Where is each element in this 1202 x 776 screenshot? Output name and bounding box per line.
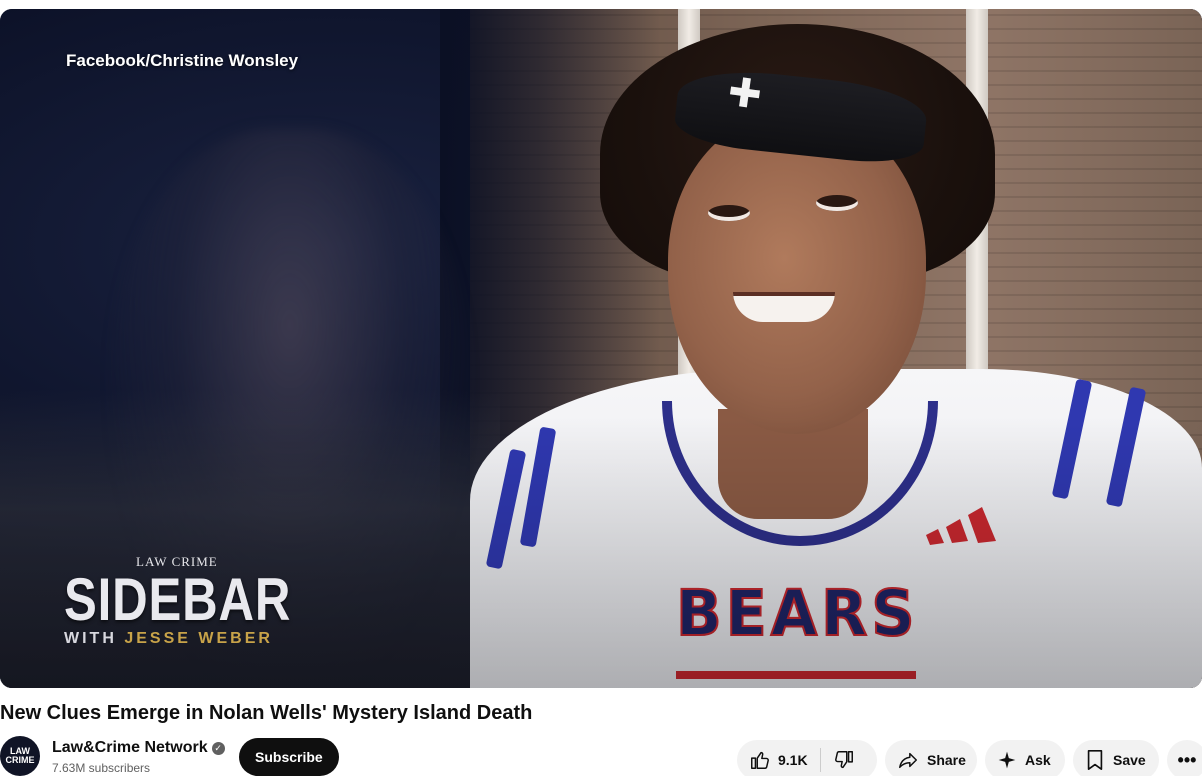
face xyxy=(668,114,926,434)
youtube-watch-page: ✚ BEARS Facebook/Christine Wonsley LAW C… xyxy=(0,0,1202,776)
eye xyxy=(708,205,750,221)
eye xyxy=(816,195,858,211)
smile xyxy=(733,292,835,322)
more-actions-icon[interactable]: ••• xyxy=(1167,740,1202,776)
subscribe-button[interactable]: Subscribe xyxy=(239,738,339,776)
ask-button[interactable]: Ask xyxy=(985,740,1065,776)
like-divider xyxy=(819,748,821,772)
like-count: 9.1K xyxy=(778,752,808,768)
show-logo: LAW CRIME SIDEBAR WITH JESSE WEBER xyxy=(64,554,294,648)
share-icon xyxy=(899,752,917,769)
channel-name[interactable]: Law&Crime Network xyxy=(52,739,208,756)
thumbs-up-icon xyxy=(751,751,769,769)
jersey-lettering: BEARS xyxy=(675,576,919,652)
video-title: New Clues Emerge in Nolan Wells' Mystery… xyxy=(0,702,533,724)
share-button[interactable]: Share xyxy=(885,740,977,776)
channel-name-link[interactable]: Law&Crime Network ✓ xyxy=(52,739,225,757)
video-player[interactable]: ✚ BEARS Facebook/Christine Wonsley LAW C… xyxy=(0,9,1202,688)
like-dislike-group: 9.1K xyxy=(737,740,877,776)
ask-label: Ask xyxy=(1025,752,1051,768)
show-logo-title: SIDEBAR xyxy=(64,566,292,633)
share-label: Share xyxy=(927,752,966,768)
sparkle-icon xyxy=(998,751,1016,769)
thumbs-down-icon[interactable] xyxy=(833,749,855,771)
like-button[interactable]: 9.1K xyxy=(737,740,808,776)
save-label: Save xyxy=(1113,752,1146,768)
save-button[interactable]: Save xyxy=(1073,740,1159,776)
photo-credit: Facebook/Christine Wonsley xyxy=(66,51,299,70)
channel-avatar[interactable]: LAW CRIME xyxy=(0,736,40,776)
verified-icon: ✓ xyxy=(211,742,225,755)
subscriber-count: 7.63M subscribers xyxy=(52,761,151,775)
adidas-logo-icon xyxy=(926,507,996,545)
headband-logo-icon: ✚ xyxy=(725,69,765,119)
jersey-number xyxy=(676,671,916,688)
bookmark-icon xyxy=(1087,750,1103,770)
channel-row: LAW CRIME Law&Crime Network ✓ 7.63M subsc… xyxy=(0,736,1202,776)
